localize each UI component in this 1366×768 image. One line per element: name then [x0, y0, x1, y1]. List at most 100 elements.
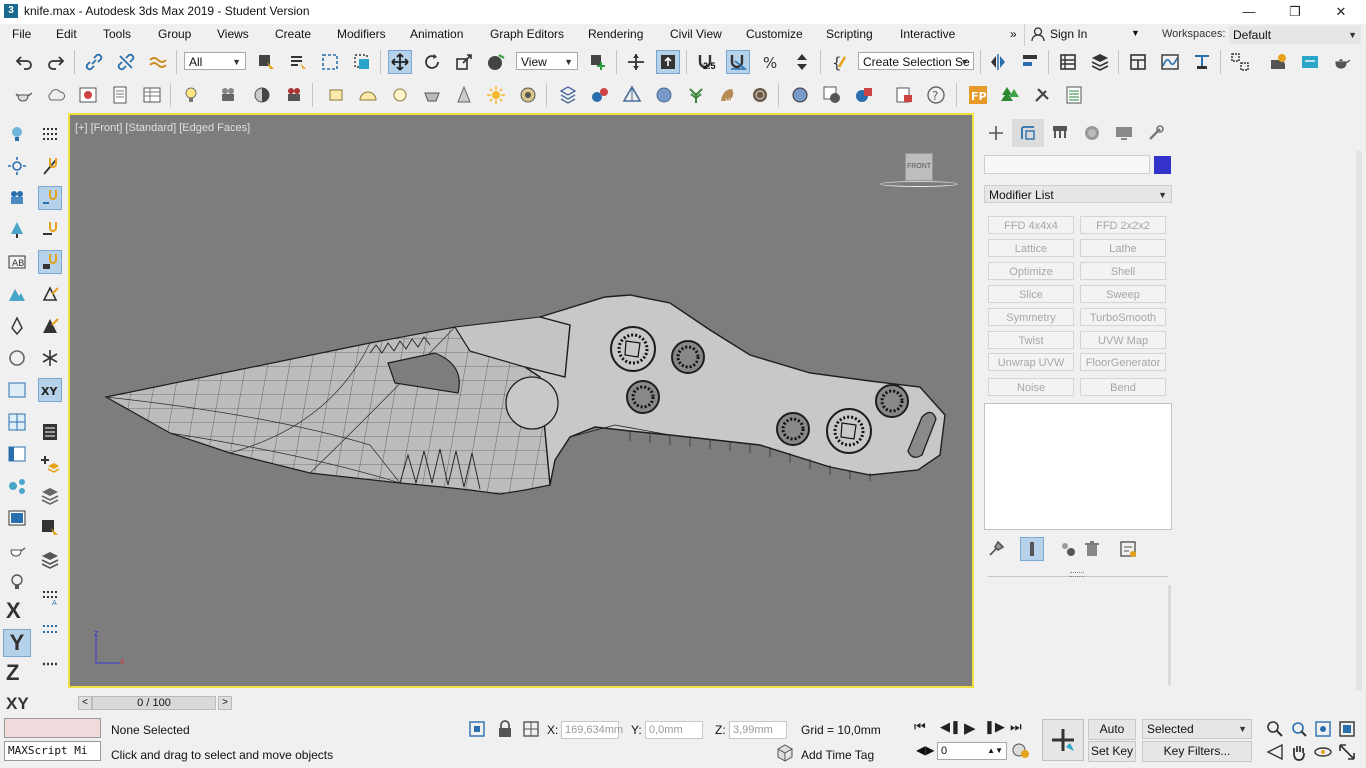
pivot-center-button[interactable] — [586, 50, 610, 74]
tooltip-tool[interactable] — [180, 83, 204, 107]
object-color-swatch[interactable] — [1154, 156, 1171, 174]
forest-tool[interactable] — [998, 83, 1022, 107]
orbit-button[interactable] — [1312, 741, 1334, 763]
modifier-optimize-button[interactable]: Optimize — [988, 262, 1074, 280]
modifier-slice-button[interactable]: Slice — [988, 285, 1074, 303]
show-end-result-button[interactable] — [1020, 537, 1044, 561]
pin-stack-button[interactable] — [984, 537, 1008, 561]
minimize-button[interactable]: — — [1226, 0, 1272, 24]
select-by-name-button[interactable] — [286, 50, 310, 74]
disc-tool[interactable] — [516, 83, 540, 107]
motion-tab[interactable] — [1076, 119, 1108, 147]
snap-midpoint-tool[interactable] — [38, 314, 62, 338]
modifier-noise-button[interactable]: Noise — [988, 378, 1074, 396]
restore-button[interactable]: ❐ — [1272, 0, 1318, 24]
spinner-snap-button[interactable] — [790, 50, 814, 74]
geodesic-tool[interactable] — [652, 83, 676, 107]
set-keys-button[interactable] — [1042, 719, 1084, 761]
window-crossing-button[interactable] — [350, 50, 374, 74]
menu-edit[interactable]: Edit — [52, 26, 81, 42]
y-coordinate-field[interactable]: 0,0mm — [645, 721, 703, 739]
menu-rendering[interactable]: Rendering — [584, 26, 647, 42]
time-slider[interactable]: 0 / 100 — [92, 696, 216, 710]
select-and-rotate-button[interactable] — [420, 50, 444, 74]
menu-file[interactable]: File — [8, 26, 35, 42]
select-and-place-button[interactable] — [484, 50, 508, 74]
modifier-ffd-2x2x2-button[interactable]: FFD 2x2x2 — [1080, 216, 1166, 234]
select-box-tool[interactable] — [38, 516, 62, 540]
modifier-stack-list[interactable] — [984, 403, 1172, 530]
mirror-button[interactable] — [986, 50, 1010, 74]
keyboard-shortcut-override-button[interactable] — [656, 50, 680, 74]
command-panel-scrollbar[interactable] — [1168, 585, 1171, 685]
grid-tool[interactable] — [556, 83, 580, 107]
dots-tool[interactable] — [38, 650, 62, 674]
tools-tool[interactable] — [1030, 83, 1054, 107]
modifier-symmetry-button[interactable]: Symmetry — [988, 308, 1074, 326]
material-map-tool[interactable] — [820, 83, 844, 107]
x-coordinate-field[interactable]: 169,634mm — [561, 721, 623, 739]
frame-tool[interactable] — [5, 506, 29, 530]
key-filters-button[interactable]: Key Filters... — [1142, 741, 1252, 762]
knife-model[interactable] — [70, 115, 972, 686]
undo-button[interactable] — [12, 50, 36, 74]
snap-pivot-tool[interactable] — [38, 282, 62, 306]
snaps-toggle-button[interactable]: 2.5 — [694, 50, 718, 74]
menu-tools[interactable]: Tools — [99, 26, 135, 42]
table-tool[interactable] — [140, 83, 164, 107]
named-selection-dropdown[interactable]: Create Selection Se ▼ — [858, 52, 974, 70]
spacing-tool[interactable] — [38, 616, 62, 640]
link-button[interactable] — [82, 50, 106, 74]
sun-positioner-tool[interactable] — [5, 154, 29, 178]
axis-xy-button[interactable]: XY — [6, 694, 29, 714]
cone-tool[interactable] — [452, 83, 476, 107]
light-tool[interactable] — [5, 122, 29, 146]
axis-z-button[interactable]: Z — [6, 660, 19, 686]
zoom-extents-button[interactable] — [1312, 718, 1334, 740]
modifier-floorgenerator-button[interactable]: FloorGenerator — [1080, 353, 1166, 371]
create-tab[interactable] — [980, 119, 1012, 147]
pyramid-tool[interactable] — [620, 83, 644, 107]
maxscript-listener-output[interactable] — [4, 718, 101, 738]
go-to-start-button[interactable]: ⏮ — [914, 719, 926, 735]
snap-freeze-tool[interactable] — [38, 346, 62, 370]
menu-graph-editors[interactable]: Graph Editors — [486, 26, 568, 42]
snap-vertex-tool[interactable] — [38, 186, 62, 210]
modifier-list-dropdown[interactable]: Modifier List ▼ — [984, 185, 1172, 203]
modifier-shell-button[interactable]: Shell — [1080, 262, 1166, 280]
make-unique-button[interactable] — [1056, 537, 1080, 561]
percent-snap-button[interactable]: % — [758, 50, 782, 74]
modifier-lattice-button[interactable]: Lattice — [988, 239, 1074, 257]
cloth-tool[interactable] — [748, 83, 772, 107]
menu-views[interactable]: Views — [213, 26, 253, 42]
maximize-viewport-button[interactable] — [1336, 741, 1358, 763]
text-tool[interactable]: AB — [5, 250, 29, 274]
menu-customize[interactable]: Customize — [742, 26, 807, 42]
box-tool[interactable] — [324, 83, 348, 107]
current-frame-spinner[interactable]: 0 ▲▼ — [937, 742, 1007, 760]
align-dots-tool[interactable]: A — [38, 584, 62, 608]
help-tool[interactable]: ? — [924, 83, 948, 107]
time-configuration-button[interactable] — [1011, 740, 1031, 760]
modifier-sweep-button[interactable]: Sweep — [1080, 285, 1166, 303]
add-layer-tool[interactable] — [38, 452, 62, 476]
object-name-field[interactable] — [984, 155, 1150, 174]
layer-explorer-button[interactable] — [1088, 50, 1112, 74]
utilities-tab[interactable] — [1140, 119, 1172, 147]
camera-tool-left[interactable] — [5, 186, 29, 210]
image-tool[interactable] — [76, 83, 100, 107]
front-viewport[interactable]: [+] [Front] [Standard] [Edged Faces] FRO… — [68, 113, 974, 688]
material-editor-button[interactable] — [1228, 50, 1252, 74]
field-of-view-button[interactable] — [1264, 741, 1286, 763]
camera-tool[interactable] — [216, 83, 240, 107]
menu-scripting[interactable]: Scripting — [822, 26, 877, 42]
axis-constraint-tool[interactable]: XY — [38, 378, 62, 402]
zoom-extents-all-button[interactable] — [1336, 718, 1358, 740]
add-time-tag-icon[interactable] — [775, 743, 795, 763]
set-key-button[interactable]: Set Key — [1088, 741, 1136, 762]
key-mode-dropdown[interactable]: Selected ▼ — [1142, 719, 1252, 739]
node-tool[interactable] — [5, 474, 29, 498]
zoom-button[interactable] — [1264, 718, 1286, 740]
bulb-tool[interactable] — [5, 570, 29, 594]
layer-stack-tool[interactable] — [38, 484, 62, 508]
